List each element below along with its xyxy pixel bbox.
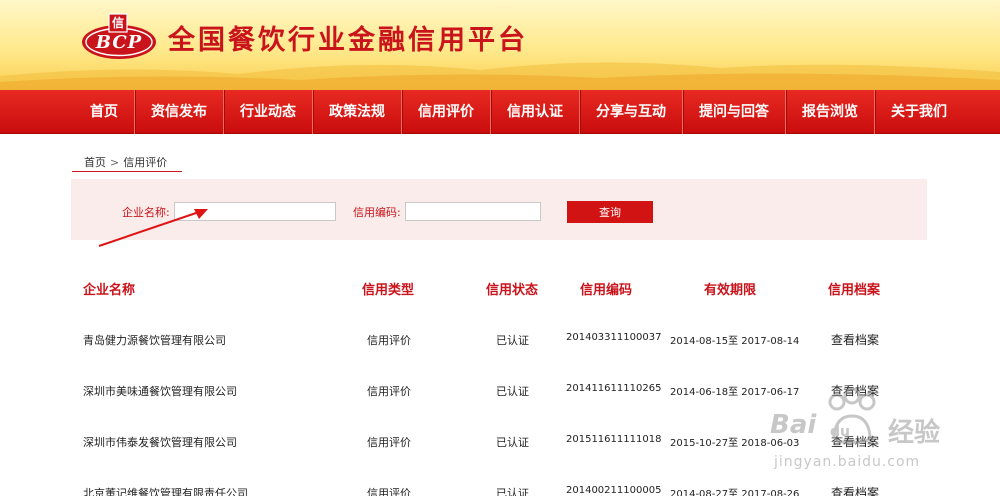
credit-type-cell: 信用评价 <box>367 385 411 398</box>
watermark: Bai du 经验 jingyan.baidu.com <box>770 388 1000 478</box>
watermark-paw-text: du <box>830 424 850 440</box>
credit-code-input[interactable] <box>405 202 541 221</box>
credit-status-cell: 已认证 <box>496 334 529 347</box>
query-button[interactable]: 查询 <box>567 201 653 223</box>
nav-item-home[interactable]: 首页 <box>74 90 135 134</box>
nav-item-industry-news[interactable]: 行业动态 <box>224 90 313 134</box>
validity-cell: 2014-08-27至 2017-08-26 <box>670 489 800 496</box>
nav-item-policy[interactable]: 政策法规 <box>313 90 402 134</box>
nav-item-credit-rating[interactable]: 信用评价 <box>402 90 491 134</box>
nav-item-credit-certification[interactable]: 信用认证 <box>491 90 580 134</box>
nav-item-about[interactable]: 关于我们 <box>875 90 963 134</box>
credit-type-cell: 信用评价 <box>367 487 411 496</box>
credit-type-cell: 信用评价 <box>367 436 411 449</box>
logo-text: BCP <box>95 32 143 53</box>
col-header-credit-status: 信用状态 <box>486 283 539 298</box>
breadcrumb: 首页 > 信用评价 <box>72 152 252 172</box>
logo-seal: 信 <box>111 16 124 30</box>
watermark-cn: 经验 <box>888 418 941 448</box>
site-title: 全国餐饮行业金融信用平台 <box>168 25 528 56</box>
credit-status-cell: 已认证 <box>496 385 529 398</box>
nav-item-share-interact[interactable]: 分享与互动 <box>580 90 683 134</box>
credit-code-cell: 201400211100005 <box>566 485 662 496</box>
nav-item-credit-release[interactable]: 资信发布 <box>135 90 224 134</box>
view-file-link[interactable]: 查看档案 <box>831 331 879 348</box>
nav-item-reports[interactable]: 报告浏览 <box>786 90 875 134</box>
annotation-arrow-icon <box>98 209 208 247</box>
site-logo[interactable]: 信 BCP <box>80 12 158 62</box>
credit-code-cell: 201403311100037 <box>566 332 662 343</box>
col-header-credit-type: 信用类型 <box>362 283 415 298</box>
col-header-company: 企业名称 <box>83 283 136 298</box>
breadcrumb-separator-icon: > <box>110 155 120 169</box>
breadcrumb-current: 信用评价 <box>123 156 168 169</box>
main-nav: 首页 资信发布 行业动态 政策法规 信用评价 信用认证 分享与互动 提问与回答 … <box>0 90 1000 134</box>
credit-code-cell: 201511611111018 <box>566 434 662 445</box>
watermark-brand: Bai <box>770 410 817 440</box>
company-name-cell: 深圳市美味通餐饮管理有限公司 <box>83 385 237 398</box>
breadcrumb-home[interactable]: 首页 <box>84 154 106 170</box>
view-file-link[interactable]: 查看档案 <box>831 484 879 496</box>
site-header: 信 BCP 全国餐饮行业金融信用平台 <box>0 0 1000 90</box>
credit-type-cell: 信用评价 <box>367 334 411 347</box>
credit-code-label: 信用编码: <box>353 206 401 219</box>
col-header-credit-code: 信用编码 <box>580 283 633 298</box>
col-header-validity: 有效期限 <box>704 283 757 298</box>
credit-status-cell: 已认证 <box>496 487 529 496</box>
watermark-url: jingyan.baidu.com <box>774 454 921 470</box>
company-name-cell: 青岛健力源餐饮管理有限公司 <box>83 334 226 347</box>
validity-cell: 2014-08-15至 2017-08-14 <box>670 336 800 347</box>
company-name-cell: 深圳市伟泰发餐饮管理有限公司 <box>83 436 237 449</box>
nav-item-qa[interactable]: 提问与回答 <box>683 90 786 134</box>
credit-code-cell: 201411611110265 <box>566 383 662 394</box>
company-name-cell: 北京董记维餐饮管理有限责任公司 <box>83 487 248 496</box>
breadcrumb-underline <box>72 171 182 172</box>
col-header-credit-file: 信用档案 <box>828 283 881 298</box>
credit-status-cell: 已认证 <box>496 436 529 449</box>
